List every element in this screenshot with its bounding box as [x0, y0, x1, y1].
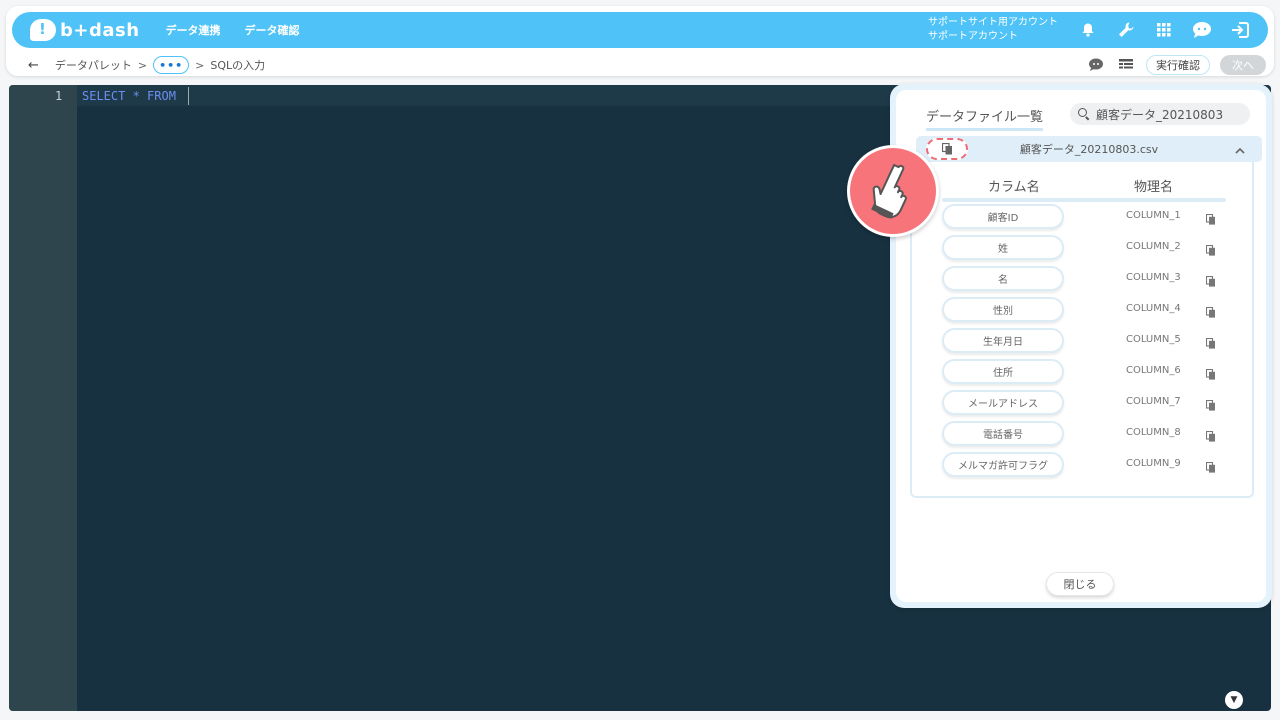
line-number: 1 — [55, 89, 63, 103]
search-value: 顧客データ_20210803 — [1096, 107, 1224, 122]
column-row: 性別 COLUMN_4 — [912, 297, 1252, 323]
breadcrumb-current: SQLの入力 — [210, 59, 266, 72]
copy-icon[interactable] — [1205, 365, 1218, 380]
panel-inner: データファイル一覧 顧客データ_20210803 顧客データ_20210803.… — [896, 90, 1266, 602]
account-sub: サポートアカウント — [928, 31, 1018, 42]
breadcrumb-data-palette[interactable]: データパレット — [55, 57, 132, 73]
toolbar-right: 実行確認 次へ — [1086, 55, 1266, 75]
column-row: 住所 COLUMN_6 — [912, 359, 1252, 385]
column-row: 顧客ID COLUMN_1 — [912, 204, 1252, 230]
back-arrow-icon[interactable]: ← — [28, 58, 39, 73]
breadcrumb-more-button[interactable]: ••• — [153, 56, 190, 74]
column-name-button[interactable]: 住所 — [942, 359, 1064, 384]
copy-icon[interactable] — [1205, 210, 1218, 225]
column-row: 姓 COLUMN_2 — [912, 235, 1252, 261]
top-bar: b+dash データ連携 データ確認 サポートサイト用アカウント サポートアカウ… — [12, 12, 1268, 48]
copy-icon[interactable] — [1205, 241, 1218, 256]
physical-name: COLUMN_4 — [1126, 303, 1181, 314]
breadcrumb-separator: > — [137, 58, 148, 72]
physical-name: COLUMN_7 — [1126, 396, 1181, 407]
header-divider — [942, 198, 1226, 202]
physical-name: COLUMN_1 — [1126, 210, 1181, 221]
logo[interactable]: b+dash — [30, 19, 140, 41]
copy-file-name-button[interactable] — [926, 138, 968, 160]
wrench-icon[interactable] — [1116, 20, 1136, 40]
account-info[interactable]: サポートサイト用アカウント サポートアカウント — [928, 16, 1058, 44]
header-card: b+dash データ連携 データ確認 サポートサイト用アカウント サポートアカウ… — [6, 6, 1274, 76]
column-row: 電話番号 COLUMN_8 — [912, 421, 1252, 447]
chat-help-icon[interactable] — [1086, 55, 1106, 75]
data-file-panel: データファイル一覧 顧客データ_20210803 顧客データ_20210803.… — [890, 84, 1272, 608]
grid-icon[interactable] — [1154, 20, 1174, 40]
logout-icon[interactable] — [1230, 20, 1250, 40]
physical-name: COLUMN_2 — [1126, 241, 1181, 252]
physical-name: COLUMN_5 — [1126, 334, 1181, 345]
copy-icon[interactable] — [1205, 458, 1218, 473]
column-header-name: カラム名 — [988, 180, 1040, 195]
column-name-button[interactable]: メールアドレス — [942, 390, 1064, 415]
search-icon — [1078, 108, 1090, 120]
copy-icon[interactable] — [1205, 396, 1218, 411]
nav-data-check[interactable]: データ確認 — [245, 22, 300, 38]
run-check-button[interactable]: 実行確認 — [1146, 55, 1210, 75]
pointing-hand-icon — [847, 145, 939, 237]
sql-code[interactable]: SELECT * FROM — [82, 89, 176, 103]
column-name-button[interactable]: 電話番号 — [942, 421, 1064, 446]
column-row: 生年月日 COLUMN_5 — [912, 328, 1252, 354]
file-header[interactable]: 顧客データ_20210803.csv — [916, 136, 1262, 162]
bell-icon[interactable] — [1078, 20, 1098, 40]
copy-icon[interactable] — [1205, 334, 1218, 349]
logo-text: b+dash — [60, 19, 140, 41]
physical-name: COLUMN_3 — [1126, 272, 1181, 283]
column-row: メルマガ許可フラグ COLUMN_9 — [912, 452, 1252, 478]
copy-icon[interactable] — [1205, 303, 1218, 318]
panel-title: データファイル一覧 — [926, 106, 1044, 131]
column-name-button[interactable]: メルマガ許可フラグ — [942, 452, 1064, 477]
app-root: b+dash データ連携 データ確認 サポートサイト用アカウント サポートアカウ… — [0, 0, 1280, 720]
breadcrumb-bar: ← データパレット > ••• > SQLの入力 実行確認 次へ — [12, 50, 1268, 80]
chat-icon[interactable] — [1192, 20, 1212, 40]
scroll-down-icon[interactable]: ▼ — [1225, 691, 1243, 709]
column-name-button[interactable]: 顧客ID — [942, 204, 1064, 229]
column-name-button[interactable]: 姓 — [942, 235, 1064, 260]
close-panel-button[interactable]: 閉じる — [1046, 572, 1114, 596]
column-header-physical: 物理名 — [1134, 180, 1174, 195]
column-name-button[interactable]: 名 — [942, 266, 1064, 291]
copy-icon — [941, 143, 952, 155]
nav-data-link[interactable]: データ連携 — [166, 22, 221, 38]
copy-icon[interactable] — [1205, 427, 1218, 442]
account-name: サポートサイト用アカウント — [928, 17, 1058, 28]
column-list: カラム名 物理名 顧客ID COLUMN_1 姓 COLUMN_2 名 COLU… — [910, 162, 1254, 498]
text-cursor — [188, 87, 189, 105]
column-row: メールアドレス COLUMN_7 — [912, 390, 1252, 416]
line-gutter — [9, 85, 77, 711]
file-search-input[interactable]: 顧客データ_20210803 — [1070, 103, 1250, 125]
chevron-up-icon[interactable] — [1234, 142, 1246, 154]
top-icons — [1078, 20, 1250, 40]
table-list-icon[interactable] — [1116, 55, 1136, 75]
column-row: 名 COLUMN_3 — [912, 266, 1252, 292]
column-name-button[interactable]: 性別 — [942, 297, 1064, 322]
next-button[interactable]: 次へ — [1220, 55, 1266, 75]
copy-icon[interactable] — [1205, 272, 1218, 287]
physical-name: COLUMN_9 — [1126, 458, 1181, 469]
logo-bubble-icon — [30, 19, 56, 41]
physical-name: COLUMN_8 — [1126, 427, 1181, 438]
physical-name: COLUMN_6 — [1126, 365, 1181, 376]
breadcrumb-separator: > — [195, 58, 205, 72]
column-name-button[interactable]: 生年月日 — [942, 328, 1064, 353]
